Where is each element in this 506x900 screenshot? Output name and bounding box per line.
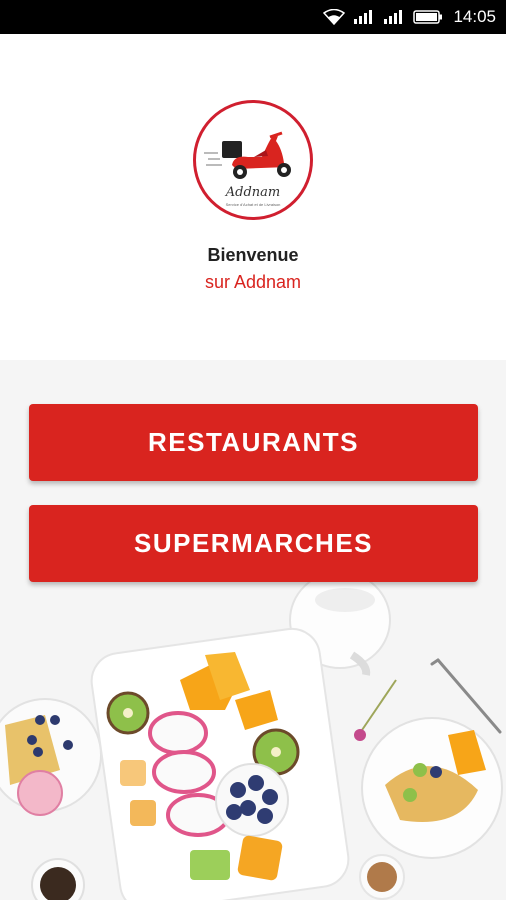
signal-icon (383, 9, 405, 25)
supermarches-button[interactable]: SUPERMARCHES (29, 505, 478, 582)
logo-tagline: Service d'Achat et de Livraison (225, 202, 281, 207)
welcome-subtitle: sur Addnam (204, 272, 302, 292)
status-bar: 14:05 (0, 0, 506, 34)
signal-icon (353, 9, 375, 25)
restaurants-button[interactable]: RESTAURANTS (29, 404, 478, 481)
logo-name: Addnam (225, 185, 281, 200)
wifi-icon (323, 9, 346, 25)
status-time: 14:05 (453, 7, 496, 26)
welcome-title: Bienvenue (207, 245, 299, 265)
status-icons: 14:05 (323, 0, 496, 34)
app-logo: Addnam Service d'Achat et de Livraison (193, 100, 313, 220)
battery-icon (413, 9, 443, 25)
